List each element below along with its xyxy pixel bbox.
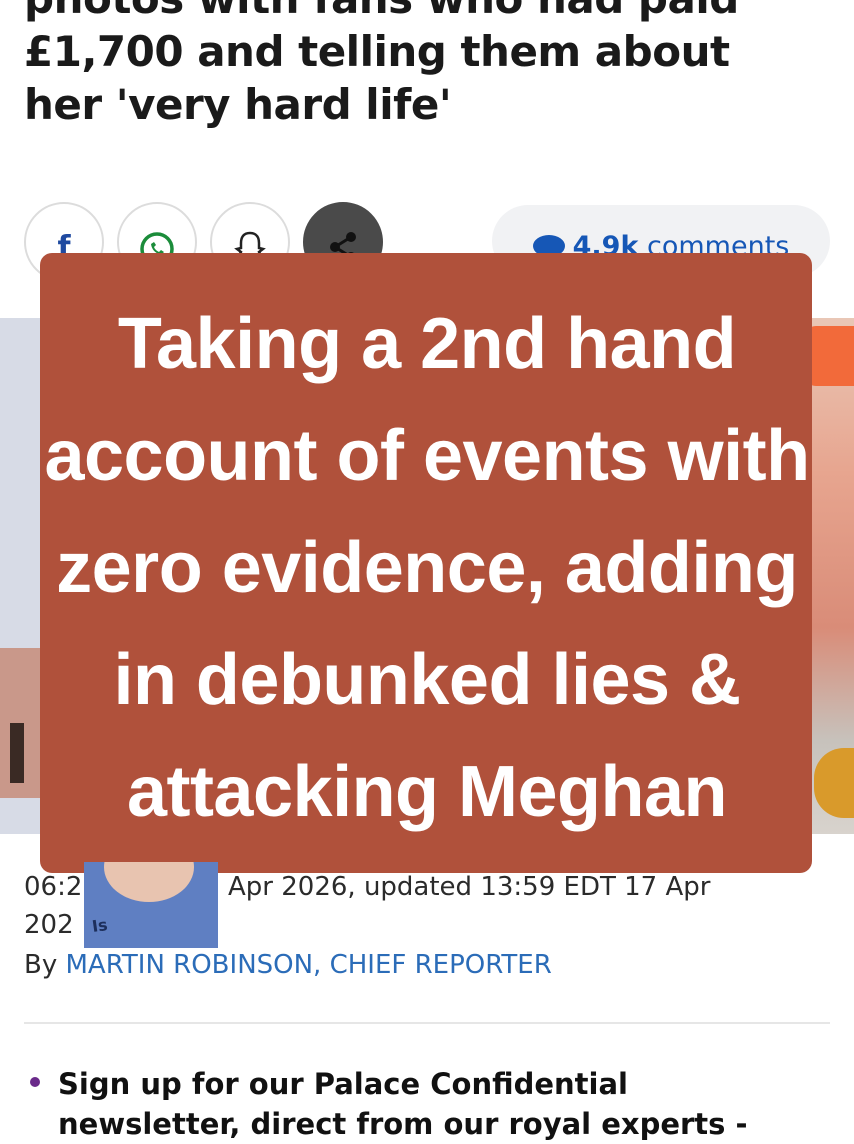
caption-line: account of events with [44,416,810,496]
author-link[interactable]: MARTIN ROBINSON, CHIEF REPORTER [66,950,552,980]
headline-line: her 'very hard life' [24,80,452,129]
divider [24,1022,830,1024]
timestamp-year: 202 [24,910,74,940]
timestamp-end: Apr 2026, updated 13:59 EDT 17 Apr [228,872,711,902]
caption-text: Taking a 2nd hand account of events with… [0,288,854,848]
article-headline: photos with fans who had paid £1,700 and… [24,0,824,131]
avatar-face [104,862,194,902]
caption-line: attacking Meghan [126,752,728,832]
bullet-line: newsletter, direct from our royal expert… [58,1107,748,1141]
avatar-shirt-text: Is [90,915,109,936]
timestamp-start: 06:2 [24,872,83,902]
byline-prefix: By [24,950,58,980]
caption-line: in debunked lies & [113,640,741,720]
presenter-avatar: Is [84,862,218,948]
caption-line: zero evidence, adding [56,528,798,608]
byline: By MARTIN ROBINSON, CHIEF REPORTER [24,950,552,980]
headline-line: £1,700 and telling them about [24,27,730,76]
caption-line: Taking a 2nd hand [117,304,737,384]
bullet-line: Sign up for our Palace Confidential [58,1067,628,1101]
bullet-dot [30,1077,40,1087]
headline-line: photos with fans who had paid [24,0,824,25]
